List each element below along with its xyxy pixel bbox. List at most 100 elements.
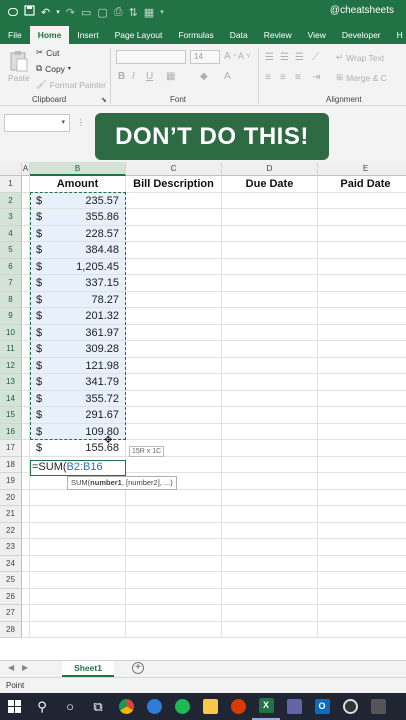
autosave-toggle[interactable] (8, 8, 18, 16)
cell-a17[interactable] (22, 440, 30, 457)
cell-b4[interactable]: $228.57 (30, 225, 126, 242)
format-painter-button[interactable]: 🖌 Format Painter (36, 79, 106, 90)
cell-e21[interactable] (318, 506, 406, 523)
cell-c2[interactable] (126, 192, 222, 209)
tab-insert[interactable]: Insert (69, 26, 106, 44)
app-icon[interactable] (224, 693, 252, 720)
cell-d28[interactable] (222, 621, 318, 638)
align-middle-icon[interactable]: ☰ (280, 52, 289, 63)
row-header[interactable]: 26 (0, 588, 22, 605)
obs-icon[interactable] (336, 693, 364, 720)
cell-d3[interactable] (222, 209, 318, 226)
cell-c26[interactable] (126, 588, 222, 605)
cell-c21[interactable] (126, 506, 222, 523)
cell-a6[interactable] (22, 258, 30, 275)
cell-a11[interactable] (22, 341, 30, 358)
cell-b28[interactable] (30, 621, 126, 638)
tab-data[interactable]: Data (222, 26, 256, 44)
cell-a9[interactable] (22, 308, 30, 325)
cell-d27[interactable] (222, 605, 318, 622)
cell-c27[interactable] (126, 605, 222, 622)
row-header[interactable]: 6 (0, 258, 22, 275)
column-header-b[interactable]: B (30, 162, 126, 176)
cell-d23[interactable] (222, 539, 318, 556)
cell-b15[interactable]: $291.67 (30, 407, 126, 424)
row-header[interactable]: 17 (0, 440, 22, 457)
cell-a7[interactable] (22, 275, 30, 292)
cell-a2[interactable] (22, 192, 30, 209)
italic-button[interactable]: I (132, 71, 135, 82)
cell-d7[interactable] (222, 275, 318, 292)
cell-e2[interactable] (318, 193, 406, 209)
customize-qat-icon[interactable]: ▾ (160, 8, 164, 16)
edge-icon[interactable] (140, 693, 168, 720)
cell-d16[interactable] (222, 423, 318, 440)
sort-icon[interactable]: ⇅ (129, 6, 138, 19)
cell-c25[interactable] (126, 572, 222, 589)
name-box[interactable]: ▾ (4, 114, 70, 132)
cell-d25[interactable] (222, 572, 318, 589)
cell-d19[interactable] (222, 473, 318, 490)
undo-icon[interactable]: ↶ (41, 6, 50, 19)
cell-a28[interactable] (22, 621, 30, 638)
cell-a24[interactable] (22, 555, 30, 572)
row-header[interactable]: 10 (0, 324, 22, 341)
cell-a19[interactable] (22, 473, 30, 490)
cell-a3[interactable] (22, 209, 30, 226)
cell-c14[interactable] (126, 390, 222, 407)
cell-c7[interactable] (126, 275, 222, 292)
cell-c20[interactable] (126, 489, 222, 506)
align-right-icon[interactable]: ≡ (295, 72, 301, 83)
cell-e27[interactable] (318, 605, 406, 622)
align-top-icon[interactable]: ☰ (265, 52, 274, 63)
cell-e22[interactable] (318, 523, 406, 539)
cell-b21[interactable] (30, 506, 126, 523)
cell-e17[interactable] (318, 440, 406, 457)
wrap-text-button[interactable]: ↵ Wrap Text (336, 52, 384, 63)
cell-e15[interactable] (318, 407, 406, 424)
row-header[interactable]: 3 (0, 209, 22, 226)
cell-a23[interactable] (22, 539, 30, 556)
cell-a4[interactable] (22, 225, 30, 242)
row-header[interactable]: 5 (0, 242, 22, 259)
align-center-icon[interactable]: ≡ (280, 72, 286, 83)
cell-e28[interactable] (318, 622, 406, 638)
cell-c1[interactable]: Bill Description (126, 176, 222, 193)
cell-c24[interactable] (126, 555, 222, 572)
row-header[interactable]: 27 (0, 605, 22, 622)
row-header[interactable]: 7 (0, 275, 22, 292)
row-header[interactable]: 18 (0, 456, 22, 473)
cell-d11[interactable] (222, 341, 318, 358)
cell-d15[interactable] (222, 407, 318, 424)
windows-start-icon[interactable] (0, 693, 28, 720)
new-icon[interactable]: ▢ (97, 6, 107, 19)
cell-b13[interactable]: $341.79 (30, 374, 126, 391)
excel-taskbar-icon[interactable]: X (252, 693, 280, 720)
row-header[interactable]: 15 (0, 407, 22, 424)
cell-a21[interactable] (22, 506, 30, 523)
teams-icon[interactable] (280, 693, 308, 720)
cut-button[interactable]: ✂ Cut (36, 47, 59, 58)
row-header[interactable]: 23 (0, 539, 22, 556)
fill-color-icon[interactable]: ◆ (200, 71, 208, 82)
cell-d18[interactable] (222, 456, 318, 473)
cell-b14[interactable]: $355.72 (30, 390, 126, 407)
cell-d10[interactable] (222, 324, 318, 341)
cell-a13[interactable] (22, 374, 30, 391)
cell-b20[interactable] (30, 489, 126, 506)
row-header[interactable]: 28 (0, 621, 22, 638)
cell-c4[interactable] (126, 225, 222, 242)
row-header[interactable]: 13 (0, 374, 22, 391)
cell-e12[interactable] (318, 358, 406, 374)
cell-e16[interactable] (318, 424, 406, 440)
cell-d20[interactable] (222, 489, 318, 506)
cell-c23[interactable] (126, 539, 222, 556)
add-sheet-icon[interactable]: + (132, 662, 144, 674)
cell-b1[interactable]: Amount (30, 176, 126, 193)
cell-b26[interactable] (30, 588, 126, 605)
cell-e9[interactable] (318, 308, 406, 325)
cell-e19[interactable] (318, 473, 406, 490)
sheet-tab-sheet1[interactable]: Sheet1 (62, 661, 114, 677)
merge-center-button[interactable]: ⊞ Merge & C (336, 72, 387, 83)
font-name-select[interactable] (116, 50, 186, 64)
